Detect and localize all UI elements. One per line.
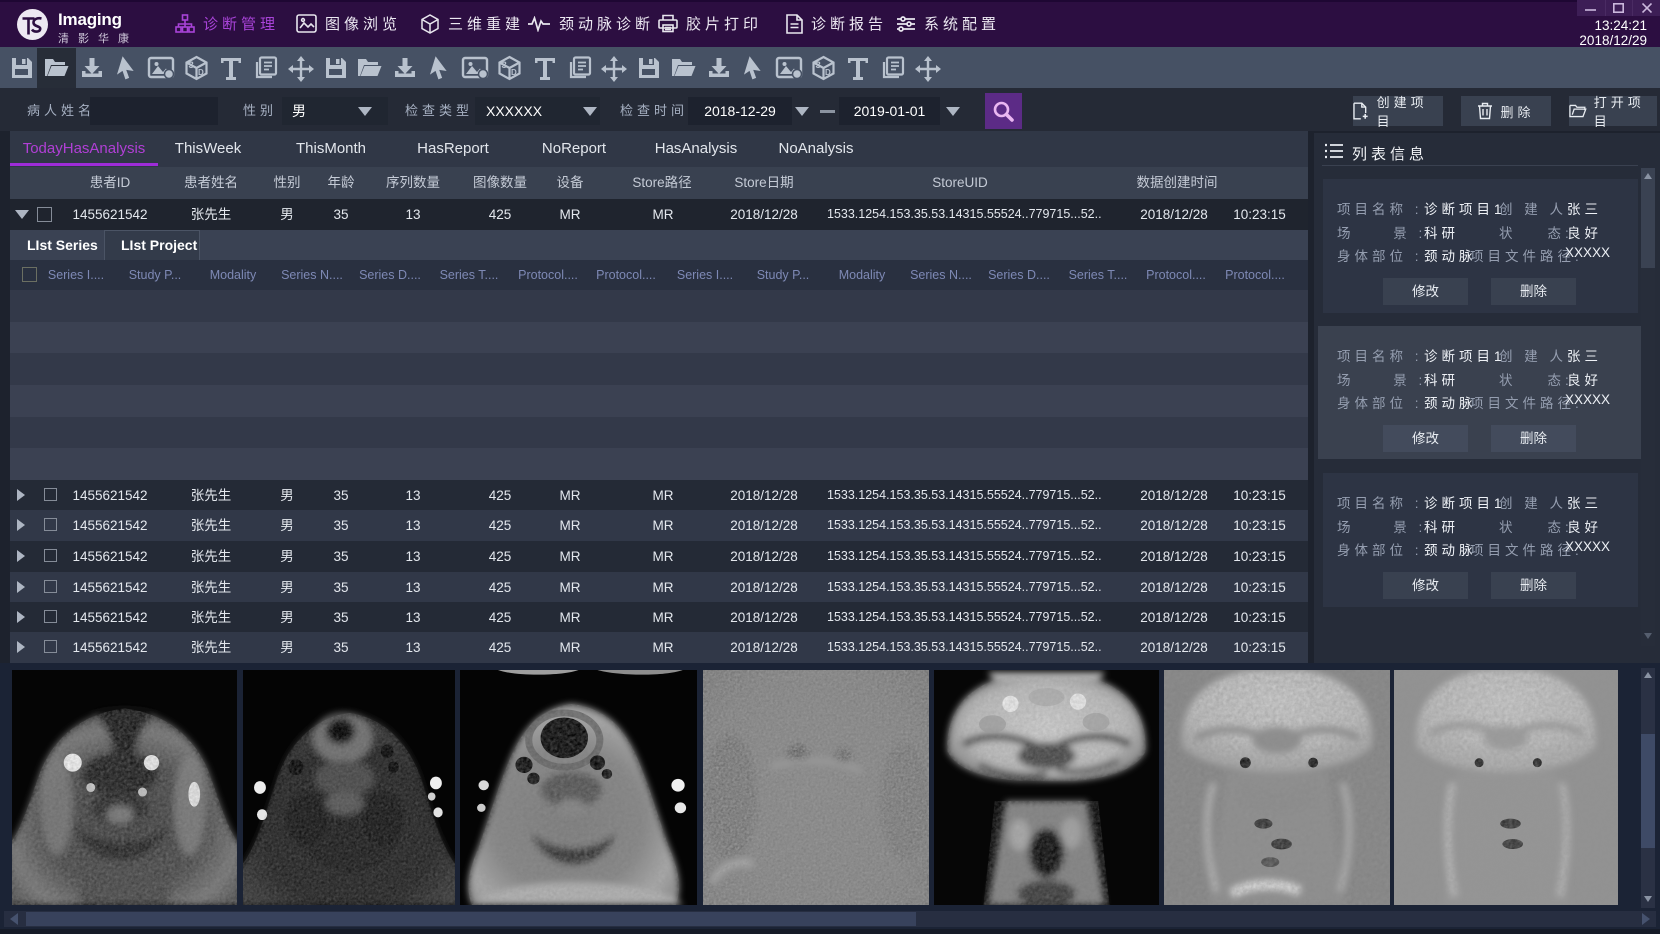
svg-text:D: D — [825, 68, 831, 77]
svg-text:3: 3 — [816, 60, 821, 71]
svg-text:3: 3 — [189, 60, 194, 71]
svg-text:D: D — [198, 68, 204, 77]
svg-text:3: 3 — [502, 60, 507, 71]
svg-text:D: D — [511, 68, 517, 77]
